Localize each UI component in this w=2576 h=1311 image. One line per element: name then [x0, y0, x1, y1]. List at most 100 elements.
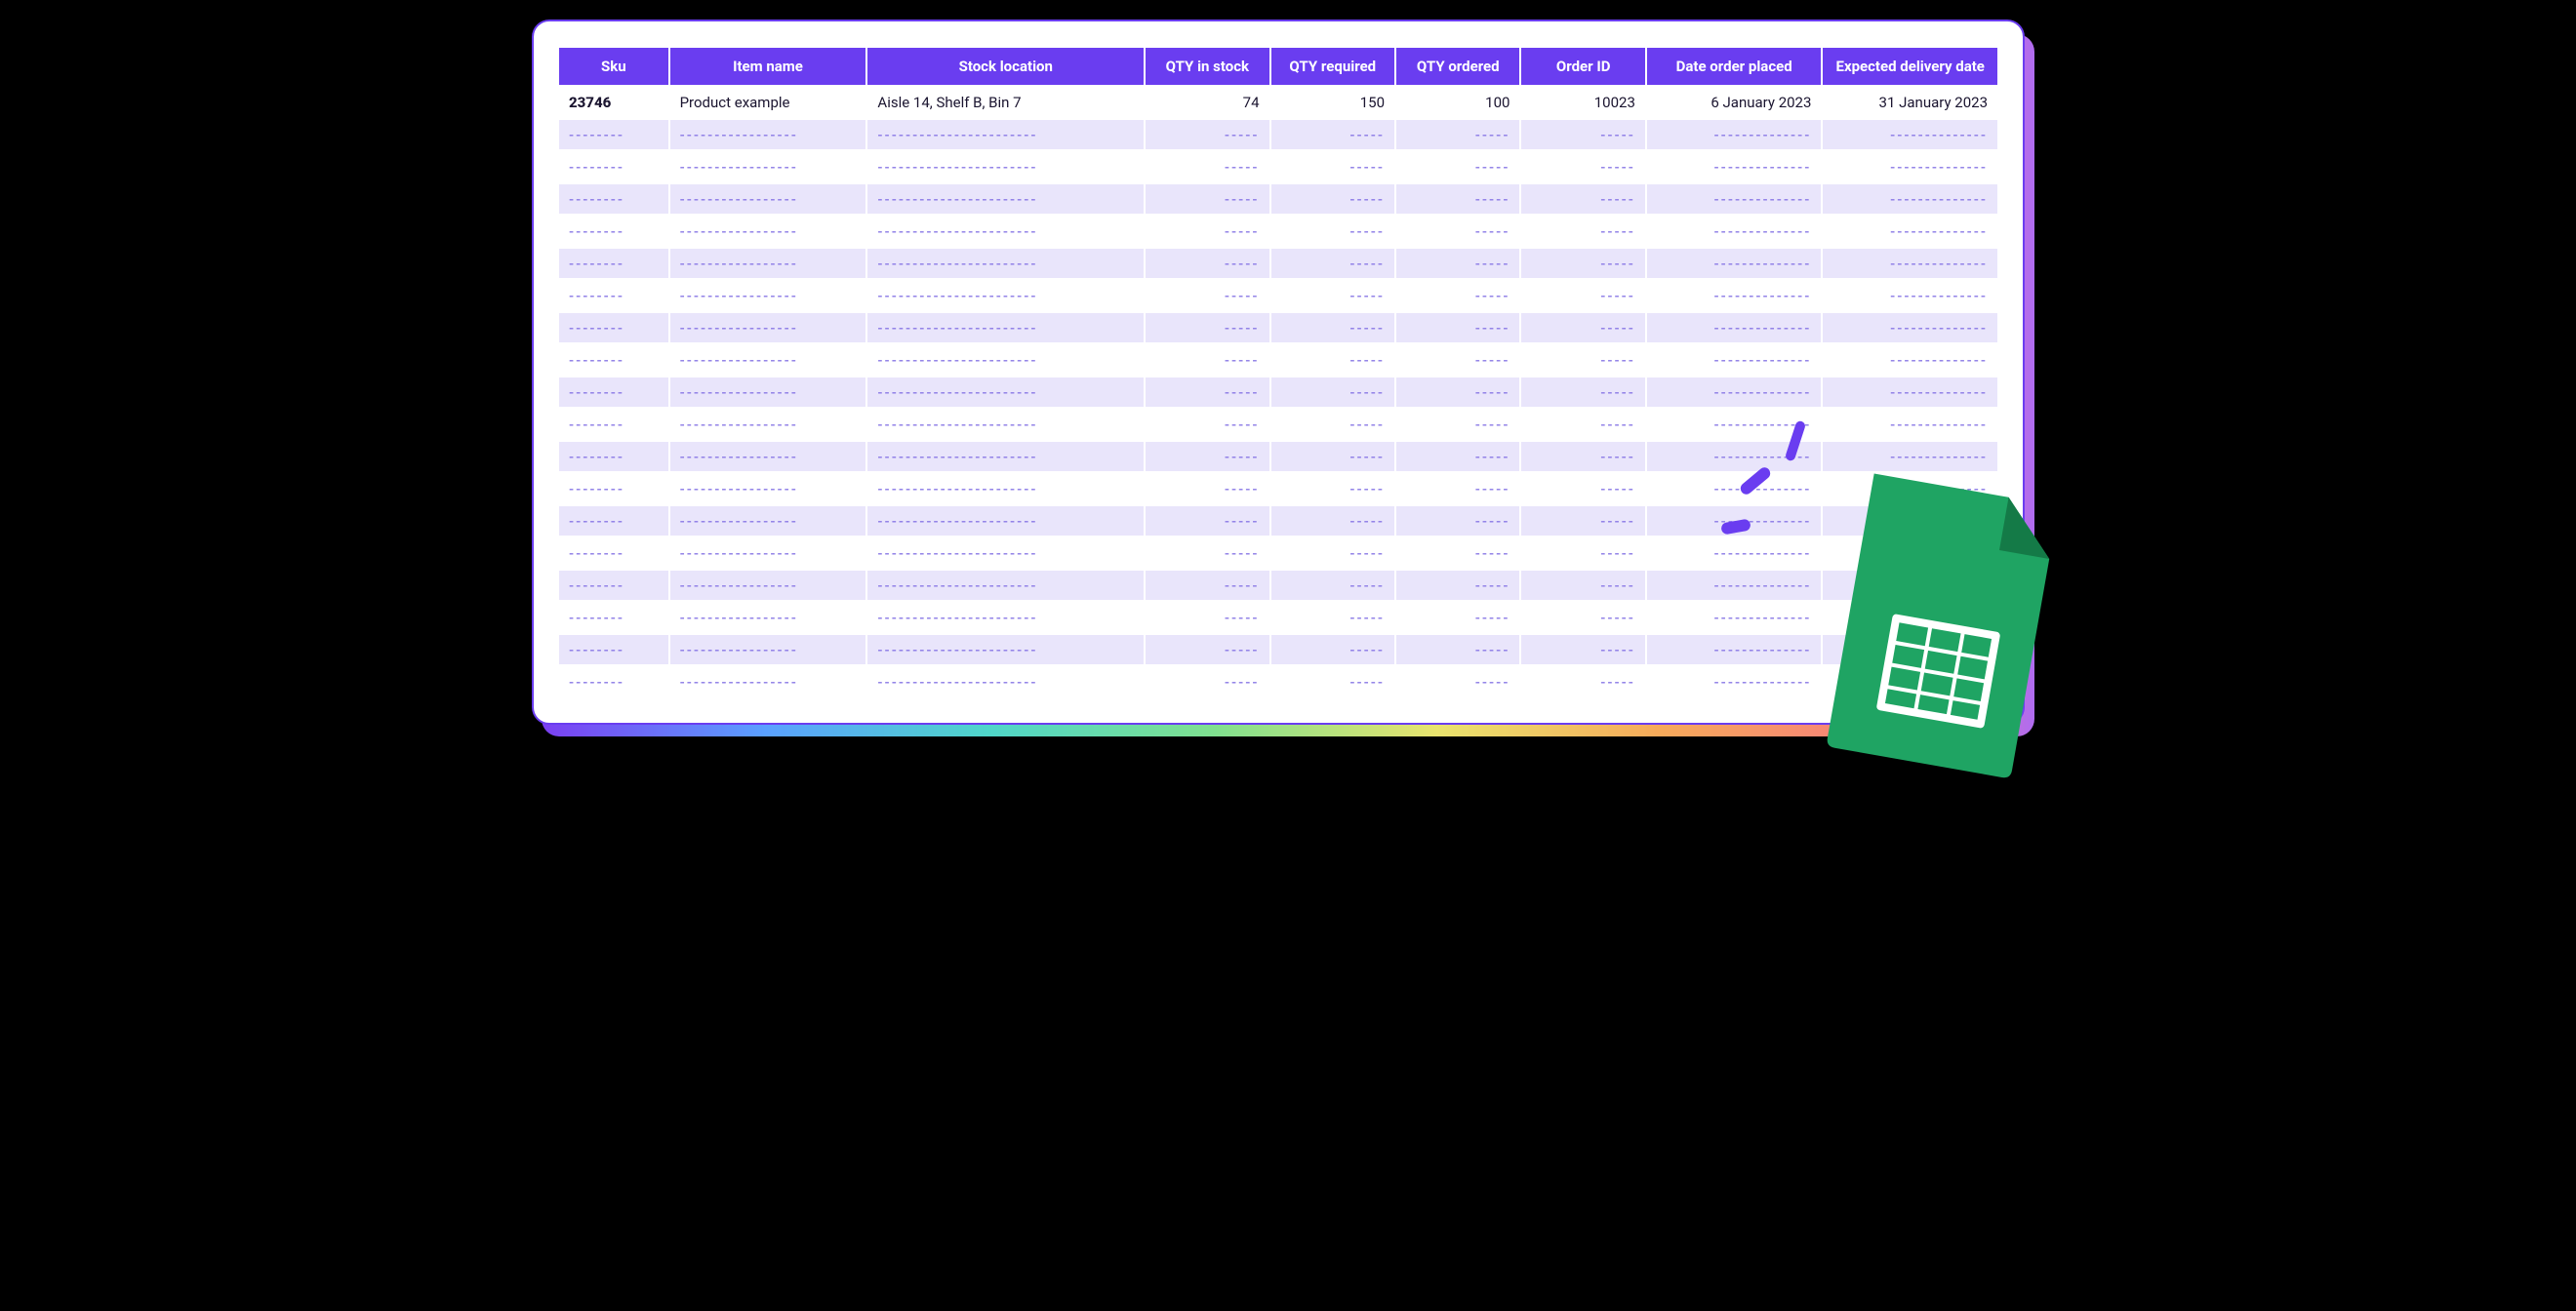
cell-placeholder: -----: [1271, 281, 1394, 310]
cell-placeholder: -----: [1521, 377, 1644, 407]
cell-placeholder: -----: [1521, 474, 1644, 503]
cell-placeholder: -----------------: [670, 217, 866, 246]
cell-placeholder: --------: [559, 249, 668, 278]
col-header-date-order-placed: Date order placed: [1647, 48, 1822, 85]
cell-placeholder: -----: [1396, 377, 1519, 407]
cell-placeholder: -----------------: [670, 120, 866, 149]
cell-placeholder: -----: [1146, 281, 1268, 310]
cell-placeholder: -----: [1521, 410, 1644, 439]
col-header-stock-location: Stock location: [867, 48, 1144, 85]
cell-placeholder: -----------------------: [867, 635, 1144, 664]
cell-item-name[interactable]: Product example: [670, 88, 866, 117]
cell-placeholder: --------------: [1823, 345, 1997, 375]
cell-sku[interactable]: 23746: [559, 88, 668, 117]
col-header-qty-in-stock: QTY in stock: [1146, 48, 1268, 85]
cell-placeholder: -----: [1396, 410, 1519, 439]
cell-placeholder: --------------: [1647, 345, 1822, 375]
cell-placeholder: -----: [1271, 152, 1394, 181]
cell-placeholder: -----: [1271, 410, 1394, 439]
cell-placeholder: -----: [1521, 120, 1644, 149]
cell-placeholder: --------: [559, 345, 668, 375]
cell-placeholder: --------------: [1823, 217, 1997, 246]
cell-placeholder: --------: [559, 603, 668, 632]
cell-placeholder: --------: [559, 538, 668, 568]
cell-placeholder: -----------------: [670, 249, 866, 278]
cell-placeholder: --------------: [1823, 120, 1997, 149]
cell-placeholder: -----: [1146, 345, 1268, 375]
cell-placeholder: --------: [559, 184, 668, 214]
inventory-table: Sku Item name Stock location QTY in stoc…: [557, 45, 1999, 699]
cell-placeholder: -----------------: [670, 538, 866, 568]
cell-placeholder: -----: [1146, 506, 1268, 536]
cell-qty-ordered[interactable]: 100: [1396, 88, 1519, 117]
cell-qty-required[interactable]: 150: [1271, 88, 1394, 117]
cell-placeholder: --------: [559, 281, 668, 310]
cell-placeholder: -----------------------: [867, 120, 1144, 149]
cell-date-order-placed[interactable]: 6 January 2023: [1647, 88, 1822, 117]
cell-placeholder: -----: [1146, 313, 1268, 342]
cell-placeholder: -----------------------: [867, 152, 1144, 181]
cell-placeholder: -----: [1396, 152, 1519, 181]
cell-placeholder: -----: [1521, 635, 1644, 664]
table-row-placeholder: ----------------------------------------…: [559, 571, 1997, 600]
cell-placeholder: --------------: [1823, 152, 1997, 181]
cell-placeholder: -----------------------: [867, 217, 1144, 246]
cell-placeholder: -----: [1146, 571, 1268, 600]
cell-placeholder: --------------: [1823, 249, 1997, 278]
cell-placeholder: -----: [1521, 184, 1644, 214]
cell-order-id[interactable]: 10023: [1521, 88, 1644, 117]
cell-placeholder: -----------------------: [867, 667, 1144, 696]
cell-placeholder: -----: [1396, 667, 1519, 696]
cell-placeholder: -----: [1396, 249, 1519, 278]
cell-placeholder: -----: [1271, 571, 1394, 600]
cell-placeholder: -----------------: [670, 281, 866, 310]
cell-placeholder: -----: [1521, 442, 1644, 471]
cell-placeholder: --------: [559, 667, 668, 696]
cell-placeholder: -----: [1146, 442, 1268, 471]
table-row-placeholder: ----------------------------------------…: [559, 184, 1997, 214]
cell-placeholder: -----: [1146, 120, 1268, 149]
table-row-placeholder: ----------------------------------------…: [559, 442, 1997, 471]
cell-placeholder: -----: [1271, 506, 1394, 536]
cell-stock-location[interactable]: Aisle 14, Shelf B, Bin 7: [867, 88, 1144, 117]
cell-placeholder: -----: [1396, 603, 1519, 632]
cell-placeholder: -----: [1271, 217, 1394, 246]
cell-placeholder: -----: [1521, 249, 1644, 278]
cell-qty-in-stock[interactable]: 74: [1146, 88, 1268, 117]
cell-placeholder: -----------------: [670, 345, 866, 375]
cell-placeholder: -----: [1521, 571, 1644, 600]
cell-placeholder: --------------: [1823, 313, 1997, 342]
cell-placeholder: -----------------: [670, 635, 866, 664]
cell-placeholder: -----------------------: [867, 249, 1144, 278]
cell-placeholder: -----: [1521, 538, 1644, 568]
cell-placeholder: -----------------------: [867, 184, 1144, 214]
cell-placeholder: --------------: [1823, 410, 1997, 439]
cell-placeholder: -----------------------: [867, 603, 1144, 632]
cell-placeholder: -----: [1146, 152, 1268, 181]
table-row[interactable]: 23746Product exampleAisle 14, Shelf B, B…: [559, 88, 1997, 117]
table-header-row: Sku Item name Stock location QTY in stoc…: [559, 48, 1997, 85]
cell-placeholder: -----: [1271, 538, 1394, 568]
cell-placeholder: -----: [1146, 538, 1268, 568]
cell-placeholder: --------------: [1647, 217, 1822, 246]
table-row-placeholder: ----------------------------------------…: [559, 345, 1997, 375]
cell-placeholder: -----: [1396, 313, 1519, 342]
col-header-qty-required: QTY required: [1271, 48, 1394, 85]
cell-placeholder: -----------------------: [867, 281, 1144, 310]
cell-placeholder: -----: [1396, 345, 1519, 375]
table-row-placeholder: ----------------------------------------…: [559, 474, 1997, 503]
cell-placeholder: -----------------: [670, 410, 866, 439]
cell-placeholder: -----: [1271, 377, 1394, 407]
cell-expected-delivery-date[interactable]: 31 January 2023: [1823, 88, 1997, 117]
cell-placeholder: -----: [1396, 442, 1519, 471]
cell-placeholder: -----: [1271, 635, 1394, 664]
cell-placeholder: -----: [1271, 667, 1394, 696]
table-row-placeholder: ----------------------------------------…: [559, 603, 1997, 632]
cell-placeholder: -----------------------: [867, 377, 1144, 407]
table-row-placeholder: ----------------------------------------…: [559, 217, 1997, 246]
cell-placeholder: -----: [1396, 184, 1519, 214]
cell-placeholder: -----------------: [670, 571, 866, 600]
cell-placeholder: -----------------: [670, 442, 866, 471]
cell-placeholder: -----: [1521, 667, 1644, 696]
cell-placeholder: -----------------------: [867, 345, 1144, 375]
